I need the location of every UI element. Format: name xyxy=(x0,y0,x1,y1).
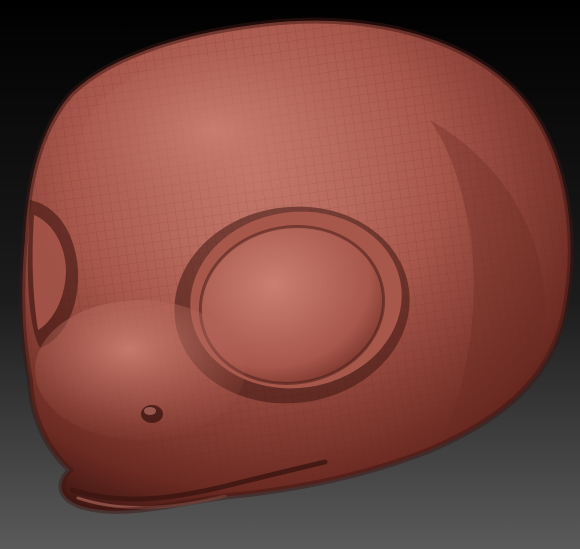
sculpt-render xyxy=(0,0,580,549)
sculpt-viewport[interactable] xyxy=(0,0,580,549)
nostril-rim xyxy=(144,407,156,415)
snout-highlight xyxy=(35,300,245,440)
